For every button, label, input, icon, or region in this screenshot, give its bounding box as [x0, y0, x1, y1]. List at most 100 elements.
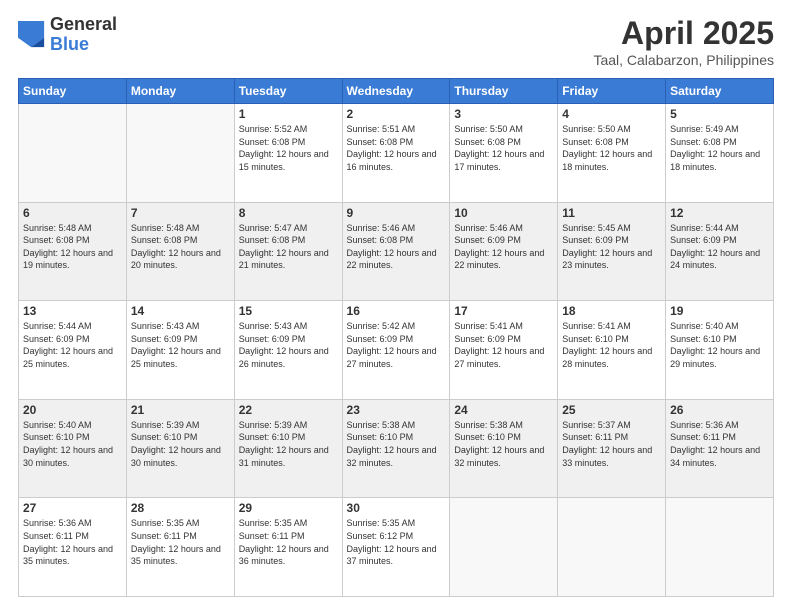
table-row	[558, 498, 666, 597]
cell-info: Sunrise: 5:50 AM Sunset: 6:08 PM Dayligh…	[454, 123, 553, 173]
day-number: 22	[239, 403, 338, 417]
cell-info: Sunrise: 5:35 AM Sunset: 6:11 PM Dayligh…	[131, 517, 230, 567]
table-row: 24 Sunrise: 5:38 AM Sunset: 6:10 PM Dayli…	[450, 399, 558, 498]
logo: General Blue	[18, 15, 117, 55]
table-row: 18 Sunrise: 5:41 AM Sunset: 6:10 PM Dayli…	[558, 301, 666, 400]
cell-info: Sunrise: 5:46 AM Sunset: 6:08 PM Dayligh…	[347, 222, 446, 272]
calendar-week-row: 6 Sunrise: 5:48 AM Sunset: 6:08 PM Daylig…	[19, 202, 774, 301]
day-number: 1	[239, 107, 338, 121]
cell-info: Sunrise: 5:35 AM Sunset: 6:12 PM Dayligh…	[347, 517, 446, 567]
table-row: 14 Sunrise: 5:43 AM Sunset: 6:09 PM Dayli…	[126, 301, 234, 400]
day-number: 19	[670, 304, 769, 318]
table-row: 13 Sunrise: 5:44 AM Sunset: 6:09 PM Dayli…	[19, 301, 127, 400]
title-location: Taal, Calabarzon, Philippines	[593, 52, 774, 68]
cell-info: Sunrise: 5:48 AM Sunset: 6:08 PM Dayligh…	[23, 222, 122, 272]
cell-info: Sunrise: 5:38 AM Sunset: 6:10 PM Dayligh…	[347, 419, 446, 469]
table-row: 11 Sunrise: 5:45 AM Sunset: 6:09 PM Dayli…	[558, 202, 666, 301]
cell-info: Sunrise: 5:50 AM Sunset: 6:08 PM Dayligh…	[562, 123, 661, 173]
title-block: April 2025 Taal, Calabarzon, Philippines	[593, 15, 774, 68]
day-number: 11	[562, 206, 661, 220]
day-number: 29	[239, 501, 338, 515]
table-row: 29 Sunrise: 5:35 AM Sunset: 6:11 PM Dayli…	[234, 498, 342, 597]
day-number: 26	[670, 403, 769, 417]
day-number: 7	[131, 206, 230, 220]
day-number: 23	[347, 403, 446, 417]
day-number: 5	[670, 107, 769, 121]
cell-info: Sunrise: 5:38 AM Sunset: 6:10 PM Dayligh…	[454, 419, 553, 469]
cell-info: Sunrise: 5:40 AM Sunset: 6:10 PM Dayligh…	[670, 320, 769, 370]
table-row: 1Sunrise: 5:52 AM Sunset: 6:08 PM Daylig…	[234, 104, 342, 203]
table-row: 15 Sunrise: 5:43 AM Sunset: 6:09 PM Dayli…	[234, 301, 342, 400]
day-number: 17	[454, 304, 553, 318]
table-row: 30 Sunrise: 5:35 AM Sunset: 6:12 PM Dayli…	[342, 498, 450, 597]
table-row: 19 Sunrise: 5:40 AM Sunset: 6:10 PM Dayli…	[666, 301, 774, 400]
table-row: 7 Sunrise: 5:48 AM Sunset: 6:08 PM Daylig…	[126, 202, 234, 301]
page: General Blue April 2025 Taal, Calabarzon…	[0, 0, 792, 612]
cell-info: Sunrise: 5:36 AM Sunset: 6:11 PM Dayligh…	[670, 419, 769, 469]
day-number: 8	[239, 206, 338, 220]
table-row: 4 Sunrise: 5:50 AM Sunset: 6:08 PM Daylig…	[558, 104, 666, 203]
day-number: 16	[347, 304, 446, 318]
table-row: 22 Sunrise: 5:39 AM Sunset: 6:10 PM Dayli…	[234, 399, 342, 498]
cell-info: Sunrise: 5:48 AM Sunset: 6:08 PM Dayligh…	[131, 222, 230, 272]
cell-info: Sunrise: 5:41 AM Sunset: 6:10 PM Dayligh…	[562, 320, 661, 370]
day-number: 14	[131, 304, 230, 318]
header: General Blue April 2025 Taal, Calabarzon…	[18, 15, 774, 68]
day-number: 18	[562, 304, 661, 318]
calendar-table: Sunday Monday Tuesday Wednesday Thursday…	[18, 78, 774, 597]
cell-info: Sunrise: 5:45 AM Sunset: 6:09 PM Dayligh…	[562, 222, 661, 272]
col-wednesday: Wednesday	[342, 79, 450, 104]
table-row: 26 Sunrise: 5:36 AM Sunset: 6:11 PM Dayli…	[666, 399, 774, 498]
cell-info: Sunrise: 5:37 AM Sunset: 6:11 PM Dayligh…	[562, 419, 661, 469]
day-number: 13	[23, 304, 122, 318]
cell-info: Sunrise: 5:42 AM Sunset: 6:09 PM Dayligh…	[347, 320, 446, 370]
table-row	[666, 498, 774, 597]
day-number: 4	[562, 107, 661, 121]
logo-general-text: General	[50, 15, 117, 35]
cell-info: Sunrise: 5:46 AM Sunset: 6:09 PM Dayligh…	[454, 222, 553, 272]
table-row: 2Sunrise: 5:51 AM Sunset: 6:08 PM Daylig…	[342, 104, 450, 203]
cell-info: Sunrise: 5:39 AM Sunset: 6:10 PM Dayligh…	[239, 419, 338, 469]
table-row: 5 Sunrise: 5:49 AM Sunset: 6:08 PM Daylig…	[666, 104, 774, 203]
cell-info: Sunrise: 5:40 AM Sunset: 6:10 PM Dayligh…	[23, 419, 122, 469]
day-number: 24	[454, 403, 553, 417]
cell-info: Sunrise: 5:43 AM Sunset: 6:09 PM Dayligh…	[131, 320, 230, 370]
day-number: 25	[562, 403, 661, 417]
col-monday: Monday	[126, 79, 234, 104]
calendar-week-row: 20Sunrise: 5:40 AM Sunset: 6:10 PM Dayli…	[19, 399, 774, 498]
day-number: 21	[131, 403, 230, 417]
cell-info: Sunrise: 5:49 AM Sunset: 6:08 PM Dayligh…	[670, 123, 769, 173]
cell-info: Sunrise: 5:43 AM Sunset: 6:09 PM Dayligh…	[239, 320, 338, 370]
table-row: 12 Sunrise: 5:44 AM Sunset: 6:09 PM Dayli…	[666, 202, 774, 301]
title-month: April 2025	[593, 15, 774, 52]
table-row: 27Sunrise: 5:36 AM Sunset: 6:11 PM Dayli…	[19, 498, 127, 597]
table-row: 28 Sunrise: 5:35 AM Sunset: 6:11 PM Dayli…	[126, 498, 234, 597]
col-friday: Friday	[558, 79, 666, 104]
table-row: 17Sunrise: 5:41 AM Sunset: 6:09 PM Dayli…	[450, 301, 558, 400]
calendar-week-row: 27Sunrise: 5:36 AM Sunset: 6:11 PM Dayli…	[19, 498, 774, 597]
day-number: 3	[454, 107, 553, 121]
table-row: 8 Sunrise: 5:47 AM Sunset: 6:08 PM Daylig…	[234, 202, 342, 301]
day-number: 27	[23, 501, 122, 515]
day-number: 12	[670, 206, 769, 220]
day-number: 30	[347, 501, 446, 515]
table-row	[19, 104, 127, 203]
day-number: 6	[23, 206, 122, 220]
cell-info: Sunrise: 5:44 AM Sunset: 6:09 PM Dayligh…	[23, 320, 122, 370]
table-row: 9 Sunrise: 5:46 AM Sunset: 6:08 PM Daylig…	[342, 202, 450, 301]
table-row: 20Sunrise: 5:40 AM Sunset: 6:10 PM Dayli…	[19, 399, 127, 498]
table-row: 23 Sunrise: 5:38 AM Sunset: 6:10 PM Dayli…	[342, 399, 450, 498]
day-number: 28	[131, 501, 230, 515]
table-row	[450, 498, 558, 597]
day-number: 15	[239, 304, 338, 318]
cell-info: Sunrise: 5:44 AM Sunset: 6:09 PM Dayligh…	[670, 222, 769, 272]
cell-info: Sunrise: 5:47 AM Sunset: 6:08 PM Dayligh…	[239, 222, 338, 272]
cell-info: Sunrise: 5:35 AM Sunset: 6:11 PM Dayligh…	[239, 517, 338, 567]
table-row: 25 Sunrise: 5:37 AM Sunset: 6:11 PM Dayli…	[558, 399, 666, 498]
calendar-header-row: Sunday Monday Tuesday Wednesday Thursday…	[19, 79, 774, 104]
day-number: 9	[347, 206, 446, 220]
calendar-week-row: 1Sunrise: 5:52 AM Sunset: 6:08 PM Daylig…	[19, 104, 774, 203]
day-number: 10	[454, 206, 553, 220]
table-row: 3 Sunrise: 5:50 AM Sunset: 6:08 PM Daylig…	[450, 104, 558, 203]
col-saturday: Saturday	[666, 79, 774, 104]
